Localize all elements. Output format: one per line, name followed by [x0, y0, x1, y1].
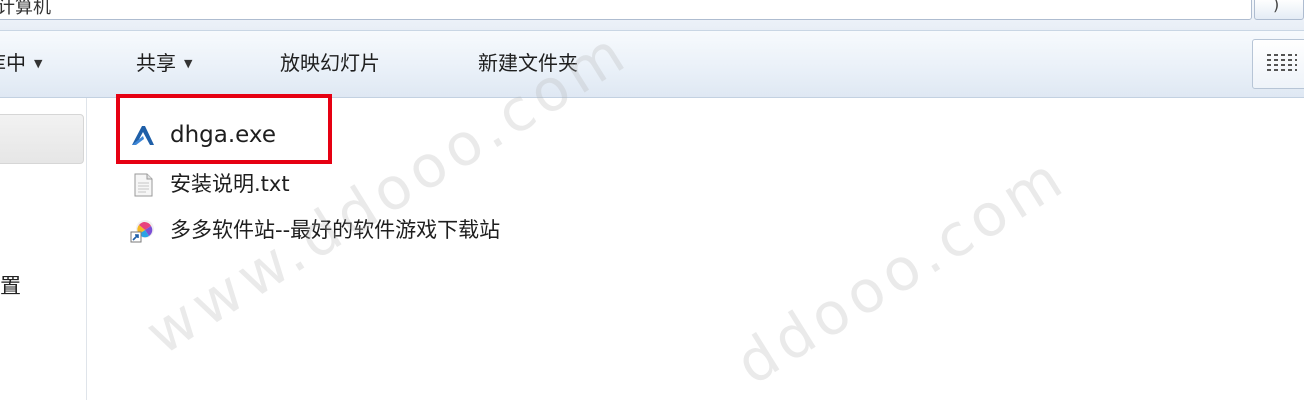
file-name: 安装说明.txt — [170, 172, 290, 196]
details-view-icon — [1267, 54, 1297, 74]
share-label: 共享 — [136, 51, 176, 75]
refresh-button[interactable]: ) — [1254, 0, 1304, 20]
command-toolbar: 库中▼ 共享▼ 放映幻灯片 新建文件夹 — [0, 31, 1304, 98]
change-view-button[interactable] — [1252, 39, 1304, 89]
address-bar-strip: 计算机 ) — [0, 0, 1304, 31]
text-file-icon — [134, 173, 153, 197]
navigation-pane: 置 — [0, 98, 87, 400]
share-button[interactable]: 共享 ▼ — [136, 49, 192, 77]
highlight-box — [116, 94, 332, 164]
shortcut-icon — [130, 220, 154, 243]
nav-pane-selected-item[interactable] — [0, 114, 84, 164]
chevron-down-icon: ▼ — [34, 57, 43, 70]
nav-pane-label[interactable]: 置 — [0, 270, 21, 300]
chevron-down-icon: ▼ — [184, 57, 193, 70]
include-in-library-button[interactable]: 库中 ▼ — [0, 49, 42, 77]
include-in-library-label: 库中 — [0, 51, 26, 75]
address-bar[interactable]: 计算机 — [0, 0, 1252, 20]
address-bar-text: 计算机 — [0, 0, 51, 18]
slideshow-label: 放映幻灯片 — [280, 51, 380, 75]
slideshow-button[interactable]: 放映幻灯片 — [280, 49, 380, 77]
refresh-icon: ) — [1273, 0, 1280, 14]
